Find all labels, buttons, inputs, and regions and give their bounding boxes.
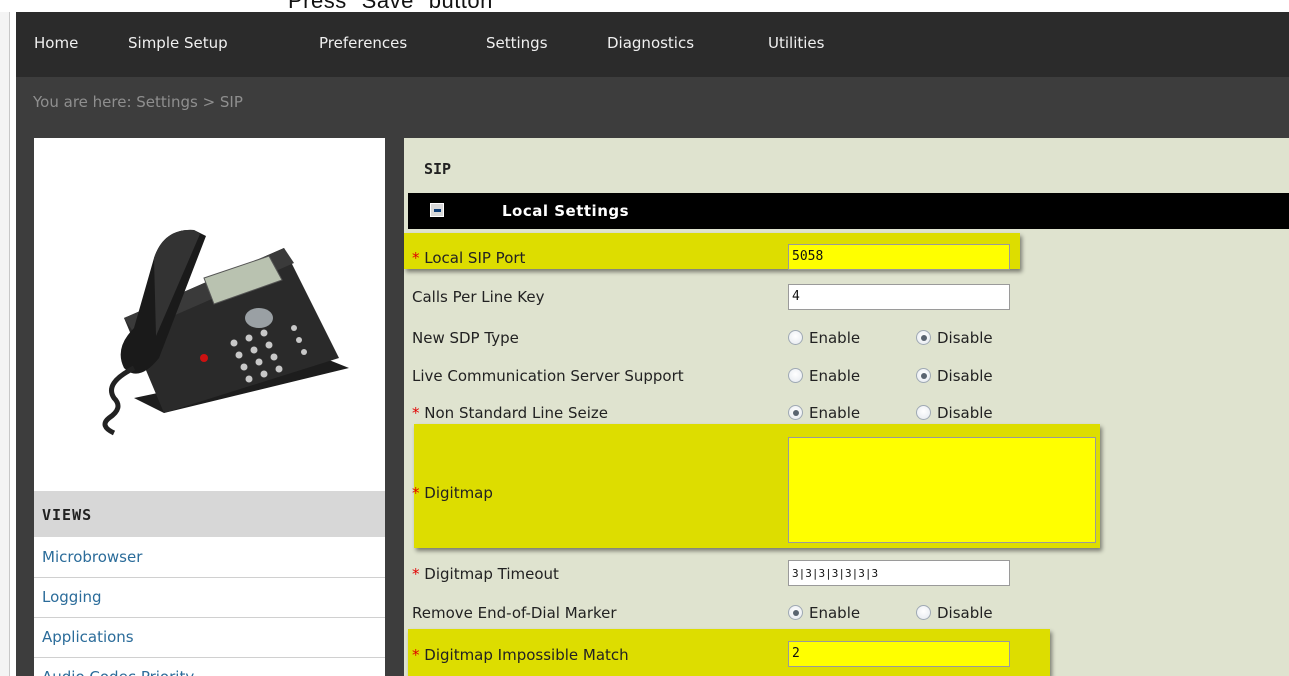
views-item-applications[interactable]: Applications	[34, 618, 385, 658]
window-edge	[0, 12, 10, 676]
new-sdp-type-disable-radio[interactable]: Disable	[916, 329, 993, 347]
local-sip-port-label: * Local SIP Port	[412, 249, 526, 267]
calls-per-line-key-label: Calls Per Line Key	[412, 288, 545, 306]
left-panel: VIEWS Microbrowser Logging Applications …	[34, 138, 385, 676]
nav-diagnostics[interactable]: Diagnostics	[607, 34, 694, 52]
nav-preferences[interactable]: Preferences	[319, 34, 407, 52]
remove-eod-marker-label: Remove End-of-Dial Marker	[412, 604, 617, 622]
views-item-logging[interactable]: Logging	[34, 578, 385, 618]
remove-eod-marker-disable-radio[interactable]: Disable	[916, 604, 993, 622]
views-item-microbrowser[interactable]: Microbrowser	[34, 538, 385, 578]
nav-utilities[interactable]: Utilities	[768, 34, 824, 52]
page-title: SIP	[424, 160, 452, 178]
local-sip-port-field[interactable]: 5058	[788, 244, 1010, 270]
main-panel: SIP Local Settings * Local SIP Port 5058…	[404, 138, 1289, 676]
new-sdp-type-label: New SDP Type	[412, 329, 519, 347]
radio-selected-icon	[788, 405, 803, 420]
radio-unselected-icon	[916, 405, 931, 420]
radio-unselected-icon	[916, 605, 931, 620]
digitmap-timeout-field[interactable]: 3|3|3|3|3|3|3	[788, 560, 1010, 586]
digitmap-impossible-match-field[interactable]: 2	[788, 641, 1010, 667]
nav-simple-setup[interactable]: Simple Setup	[128, 34, 228, 52]
nav-home[interactable]: Home	[34, 34, 78, 52]
digitmap-label: * Digitmap	[412, 484, 493, 502]
radio-selected-icon	[916, 330, 931, 345]
breadcrumb: You are here: Settings > SIP	[33, 93, 243, 111]
nav-settings[interactable]: Settings	[486, 34, 548, 52]
section-title: Local Settings	[502, 202, 630, 220]
breadcrumb-bar: You are here: Settings > SIP	[16, 77, 1289, 131]
radio-unselected-icon	[788, 330, 803, 345]
views-item-label[interactable]: Applications	[42, 628, 134, 646]
lcs-support-label: Live Communication Server Support	[412, 367, 684, 385]
views-item-label[interactable]: Logging	[42, 588, 102, 606]
lcs-support-disable-radio[interactable]: Disable	[916, 367, 993, 385]
radio-selected-icon	[916, 368, 931, 383]
section-header[interactable]: Local Settings	[408, 193, 1289, 229]
views-item-label[interactable]: Microbrowser	[42, 548, 142, 566]
views-heading-label: VIEWS	[42, 506, 93, 524]
non-standard-line-seize-enable-radio[interactable]: Enable	[788, 404, 860, 422]
phone-image	[102, 229, 349, 436]
digitmap-timeout-label: * Digitmap Timeout	[412, 565, 559, 583]
collapse-icon[interactable]	[430, 203, 444, 217]
views-item-audio-codec-priority[interactable]: Audio Codec Priority	[34, 658, 385, 676]
calls-per-line-key-field[interactable]: 4	[788, 284, 1010, 310]
required-marker: *	[412, 249, 420, 267]
views-heading: VIEWS	[34, 491, 385, 537]
new-sdp-type-enable-radio[interactable]: Enable	[788, 329, 860, 347]
top-navigation: Home Simple Setup Preferences Settings D…	[16, 12, 1289, 77]
radio-unselected-icon	[788, 368, 803, 383]
radio-selected-icon	[788, 605, 803, 620]
digitmap-impossible-match-label: * Digitmap Impossible Match	[412, 646, 629, 664]
digitmap-textarea[interactable]	[788, 437, 1096, 543]
non-standard-line-seize-label: * Non Standard Line Seize	[412, 404, 609, 422]
views-item-label[interactable]: Audio Codec Priority	[42, 668, 194, 676]
remove-eod-marker-enable-radio[interactable]: Enable	[788, 604, 860, 622]
lcs-support-enable-radio[interactable]: Enable	[788, 367, 860, 385]
non-standard-line-seize-disable-radio[interactable]: Disable	[916, 404, 993, 422]
